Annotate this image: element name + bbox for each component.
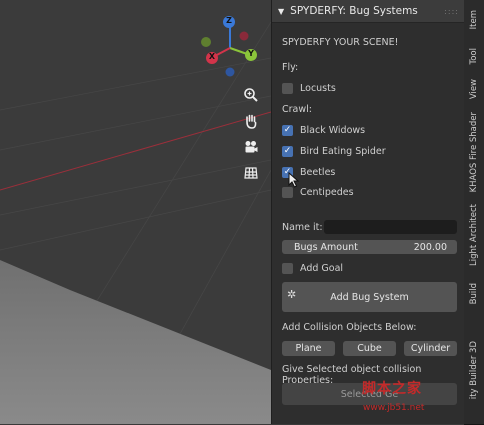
zoom-icon[interactable]: [240, 84, 262, 106]
locusts-row[interactable]: Locusts: [282, 83, 457, 94]
black-widows-label: Black Widows: [300, 125, 366, 136]
cube-button[interactable]: Cube: [343, 341, 396, 356]
add-goal-label: Add Goal: [300, 263, 344, 274]
3d-viewport[interactable]: Z Y X: [0, 0, 271, 424]
mouse-cursor-icon: [288, 172, 300, 188]
bird-eating-spider-label: Bird Eating Spider: [300, 146, 386, 157]
locusts-label: Locusts: [300, 83, 336, 94]
tab-khaos-fire-shader[interactable]: KHAOS Fire Shader: [464, 106, 484, 199]
collision-label: Add Collision Objects Below:: [282, 322, 417, 333]
camera-icon[interactable]: [240, 136, 262, 158]
add-bug-system-label: Add Bug System: [330, 291, 409, 303]
beetles-row[interactable]: Beetles: [282, 167, 457, 178]
beetles-label: Beetles: [300, 167, 336, 178]
plane-button[interactable]: Plane: [282, 341, 335, 356]
watermark-url: www.jb51.net: [363, 403, 425, 413]
fly-label: Fly:: [282, 62, 299, 73]
tab-city-builder-3d[interactable]: ity Builder 3D: [464, 316, 484, 425]
intro-row: SPYDERFY YOUR SCENE!: [282, 37, 457, 48]
panel-header[interactable]: ▼ SPYDERFY: Bug Systems ::::: [272, 0, 465, 23]
viewport-floor: [0, 0, 271, 424]
tab-view[interactable]: View: [464, 72, 484, 107]
bugs-amount-row: Bugs Amount 200.00: [282, 240, 457, 254]
y-axis-label: Y: [248, 49, 254, 58]
add-bug-system-row: ✲ Add Bug System: [282, 282, 457, 312]
fly-section: Fly:: [282, 62, 457, 73]
watermark-logo: 脚本之家: [362, 381, 422, 397]
tab-tool[interactable]: Tool: [464, 40, 484, 73]
grid-icon[interactable]: [240, 162, 262, 184]
x-axis-label: X: [208, 52, 216, 61]
tab-light-architect[interactable]: Light Architect: [464, 198, 484, 273]
z-axis-label: Z: [226, 16, 232, 25]
add-bug-system-button[interactable]: ✲ Add Bug System: [282, 282, 457, 312]
centipedes-checkbox[interactable]: [282, 187, 293, 198]
tab-item[interactable]: Item: [464, 0, 484, 41]
crawl-section: Crawl:: [282, 104, 457, 115]
collision-section: Add Collision Objects Below:: [282, 322, 457, 333]
add-goal-row[interactable]: Add Goal: [282, 263, 457, 274]
cylinder-button[interactable]: Cylinder: [404, 341, 457, 356]
name-row: Name it:: [282, 220, 457, 234]
name-input[interactable]: [324, 220, 457, 234]
locusts-checkbox[interactable]: [282, 83, 293, 94]
collision-buttons-row: Plane Cube Cylinder: [282, 341, 457, 356]
bug-systems-panel: ▼ SPYDERFY: Bug Systems :::: SPYDERFY YO…: [271, 0, 465, 424]
collapse-triangle-icon[interactable]: ▼: [278, 7, 284, 16]
bugs-amount-field[interactable]: Bugs Amount 200.00: [282, 240, 457, 254]
crawl-label: Crawl:: [282, 104, 312, 115]
bugs-amount-label: Bugs Amount: [294, 241, 358, 253]
bugs-amount-value: 200.00: [413, 241, 447, 253]
intro-text: SPYDERFY YOUR SCENE!: [282, 37, 399, 48]
centipedes-row[interactable]: Centipedes: [282, 187, 457, 198]
sidebar-tabs: Item Tool View KHAOS Fire Shader Light A…: [464, 0, 484, 425]
add-goal-checkbox[interactable]: [282, 263, 293, 274]
drag-handle-icon[interactable]: ::::: [444, 7, 459, 16]
panel-title: SPYDERFY: Bug Systems: [290, 5, 418, 17]
name-label: Name it:: [282, 221, 323, 233]
particles-icon: ✲: [287, 288, 297, 301]
hand-pan-icon[interactable]: [240, 110, 262, 132]
black-widows-row[interactable]: Black Widows: [282, 125, 457, 136]
bird-eating-spider-row[interactable]: Bird Eating Spider: [282, 146, 457, 157]
bird-eating-spider-checkbox[interactable]: [282, 146, 293, 157]
centipedes-label: Centipedes: [300, 187, 354, 198]
black-widows-checkbox[interactable]: [282, 125, 293, 136]
tab-build[interactable]: Build: [464, 272, 484, 317]
